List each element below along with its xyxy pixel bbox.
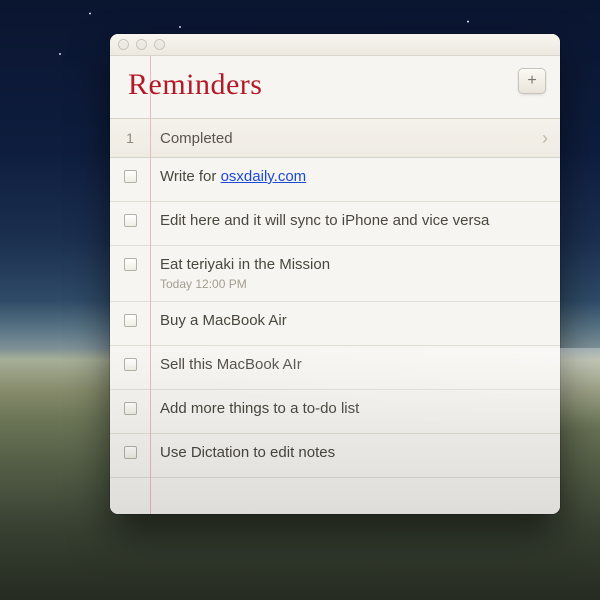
reminder-text[interactable]: Sell this MacBook AIr bbox=[160, 356, 548, 375]
checkbox[interactable] bbox=[124, 170, 137, 183]
checkbox[interactable] bbox=[124, 314, 137, 327]
list-item[interactable]: Write for osxdaily.com bbox=[110, 158, 560, 202]
list-item[interactable]: Buy a MacBook Air bbox=[110, 302, 560, 346]
checkbox[interactable] bbox=[124, 358, 137, 371]
checkbox[interactable] bbox=[124, 446, 137, 459]
plus-icon: + bbox=[527, 73, 536, 89]
checkbox[interactable] bbox=[124, 402, 137, 415]
reminder-text[interactable]: Use Dictation to edit notes bbox=[160, 444, 548, 463]
page-title: Reminders bbox=[128, 68, 262, 102]
close-icon[interactable] bbox=[118, 39, 129, 50]
add-reminder-button[interactable]: + bbox=[518, 68, 546, 94]
reminders-window: Reminders + 1 Completed › Write for osxd… bbox=[110, 34, 560, 514]
reminder-text[interactable]: Eat teriyaki in the Mission bbox=[160, 256, 548, 275]
zoom-icon[interactable] bbox=[154, 39, 165, 50]
checkbox[interactable] bbox=[124, 214, 137, 227]
reminder-text[interactable]: Add more things to a to-do list bbox=[160, 400, 548, 419]
list-item[interactable]: Edit here and it will sync to iPhone and… bbox=[110, 202, 560, 246]
completed-row[interactable]: 1 Completed › bbox=[110, 118, 560, 158]
minimize-icon[interactable] bbox=[136, 39, 147, 50]
header: Reminders + bbox=[110, 56, 560, 118]
list-item[interactable]: Eat teriyaki in the Mission Today 12:00 … bbox=[110, 246, 560, 302]
reminder-subtext: Today 12:00 PM bbox=[160, 277, 548, 291]
list-item[interactable]: Sell this MacBook AIr bbox=[110, 346, 560, 390]
chevron-right-icon: › bbox=[542, 128, 548, 149]
checkbox[interactable] bbox=[124, 258, 137, 271]
completed-count: 1 bbox=[110, 130, 150, 146]
window-content: Reminders + 1 Completed › Write for osxd… bbox=[110, 56, 560, 514]
list-item[interactable]: Add more things to a to-do list bbox=[110, 390, 560, 434]
completed-label: Completed bbox=[150, 130, 542, 147]
reminder-text[interactable]: Buy a MacBook Air bbox=[160, 312, 548, 331]
reminder-link[interactable]: osxdaily.com bbox=[221, 168, 307, 185]
list-item[interactable]: Use Dictation to edit notes bbox=[110, 434, 560, 478]
reminder-text[interactable]: Edit here and it will sync to iPhone and… bbox=[160, 212, 548, 231]
window-titlebar[interactable] bbox=[110, 34, 560, 56]
reminders-list: Write for osxdaily.com Edit here and it … bbox=[110, 158, 560, 478]
reminder-text[interactable]: Write for osxdaily.com bbox=[160, 168, 548, 187]
paper-margin-line bbox=[150, 56, 151, 514]
